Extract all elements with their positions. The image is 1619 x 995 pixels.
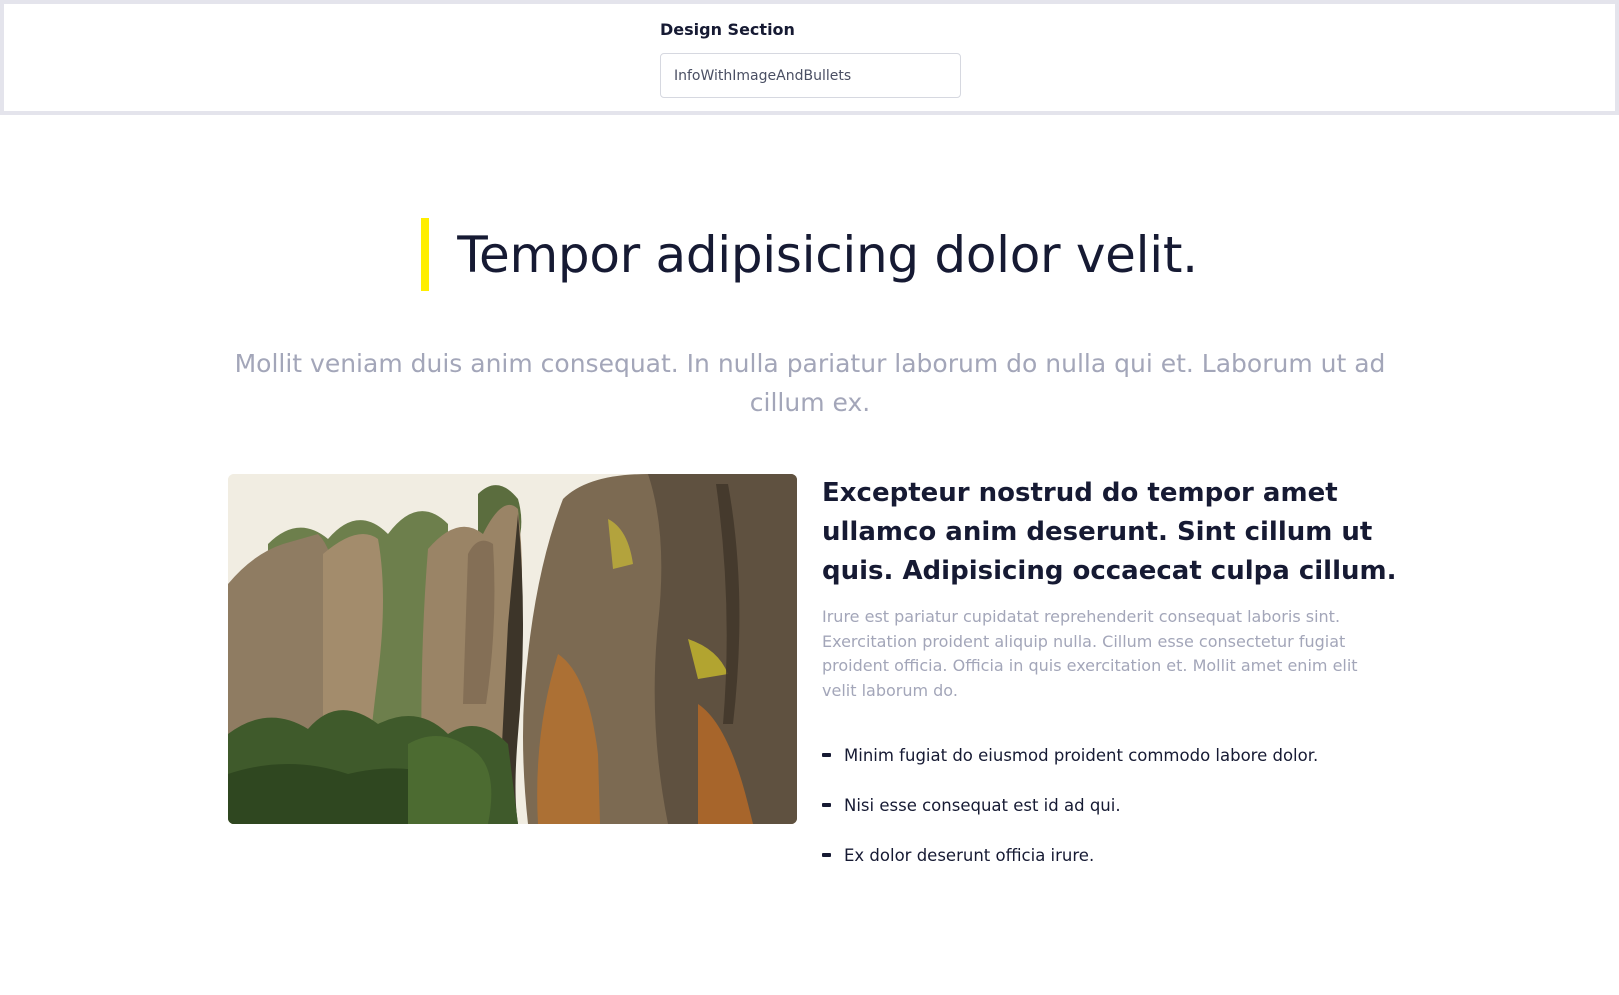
rock-cliff-illustration [228, 474, 797, 824]
dash-icon [822, 803, 831, 807]
design-section-select[interactable]: InfoWithImageAndBullets [660, 53, 961, 98]
info-column: Excepteur nostrud do tempor amet ullamco… [822, 474, 1397, 880]
page-headline: Tempor adipisicing dolor velit. [457, 225, 1198, 284]
accent-bar [421, 218, 430, 291]
lead-paragraph: Mollit veniam duis anim consequat. In nu… [234, 349, 1386, 417]
info-body: Irure est pariatur cupidatat reprehender… [822, 607, 1358, 700]
bullet-item: Ex dolor deserunt officia irure. [822, 830, 1397, 880]
rock-cliff-image [228, 474, 797, 824]
bullet-text: Nisi esse consequat est id ad qui. [844, 795, 1121, 815]
dash-icon [822, 753, 831, 757]
info-title: Excepteur nostrud do tempor amet ullamco… [822, 478, 1397, 586]
bullet-text: Ex dolor deserunt officia irure. [844, 845, 1095, 865]
bullet-item: Minim fugiat do eiusmod proident commodo… [822, 730, 1397, 780]
bullet-text: Minim fugiat do eiusmod proident commodo… [844, 745, 1319, 765]
bullet-item: Nisi esse consequat est id ad qui. [822, 780, 1397, 830]
design-section-label: Design Section [660, 20, 795, 39]
dash-icon [822, 853, 831, 857]
design-section-panel: Design Section InfoWithImageAndBullets [0, 0, 1619, 115]
headline-group: Tempor adipisicing dolor velit. [0, 218, 1619, 291]
bullet-list: Minim fugiat do eiusmod proident commodo… [822, 730, 1397, 880]
